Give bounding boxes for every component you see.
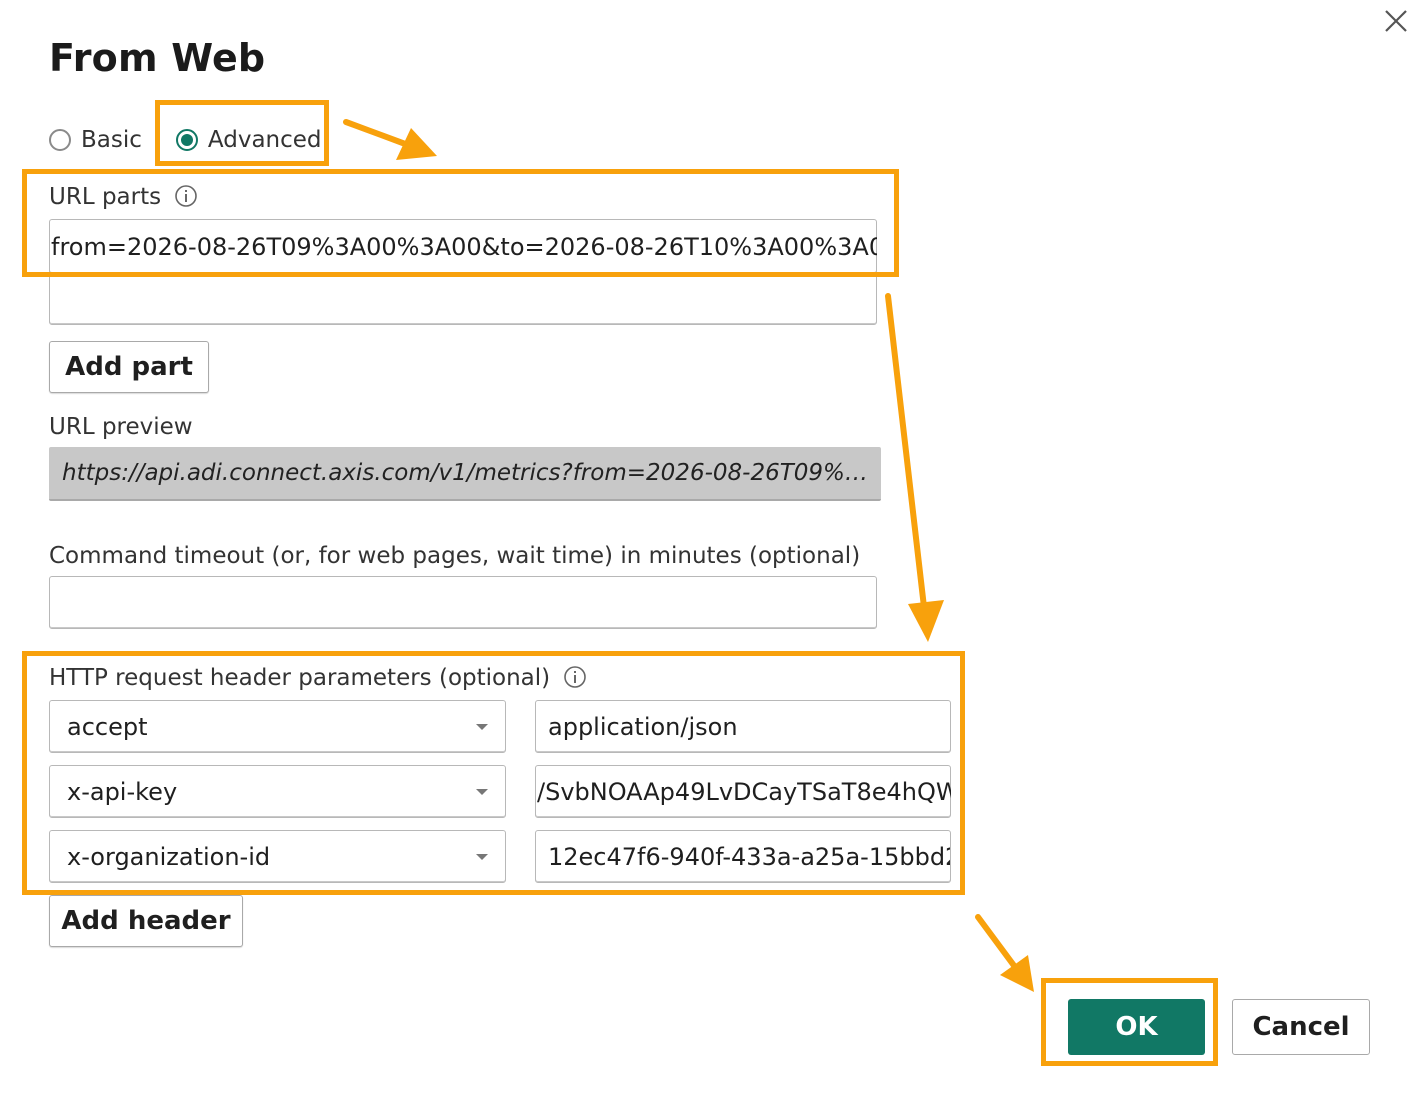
url-parts-label: URL parts <box>49 184 198 210</box>
ok-button[interactable]: OK <box>1068 999 1205 1055</box>
radio-advanced[interactable]: Advanced <box>175 127 322 153</box>
url-preview-value: https://api.adi.connect.axis.com/v1/metr… <box>62 460 872 486</box>
header-value-2: /SvbNOAAp49LvDCayTSaT8e4hQWgE <box>537 777 951 806</box>
url-part-1-value: from=2026-08-26T09%3A00%3A00&to=2026-08-… <box>51 232 877 261</box>
header-value-input-1[interactable]: application/json <box>535 700 951 753</box>
header-value-input-3[interactable]: 12ec47f6-940f-433a-a25a-15bbd2d4 <box>535 830 951 883</box>
header-name-select-2[interactable]: x-api-key <box>49 765 506 818</box>
cancel-button[interactable]: Cancel <box>1232 999 1370 1055</box>
dialog-title: From Web <box>49 36 266 80</box>
arrow-down-headers <box>885 293 927 610</box>
radio-basic-label: Basic <box>81 127 142 153</box>
radio-advanced-circle <box>175 129 198 151</box>
mode-radio-group: Basic Advanced <box>49 122 356 158</box>
header-value-1: application/json <box>548 712 738 741</box>
header-name-1: accept <box>67 712 148 741</box>
radio-basic-circle <box>49 129 71 151</box>
radio-advanced-label: Advanced <box>207 127 322 153</box>
add-part-button[interactable]: Add part <box>49 341 209 393</box>
url-part-input-1[interactable]: from=2026-08-26T09%3A00%3A00&to=2026-08-… <box>49 219 877 274</box>
url-preview-box: https://api.adi.connect.axis.com/v1/metr… <box>49 447 881 501</box>
from-web-dialog: From Web Basic Advanced URL parts from=2… <box>0 0 1423 1105</box>
header-value-3: 12ec47f6-940f-433a-a25a-15bbd2d4 <box>548 842 950 871</box>
url-parts-label-text: URL parts <box>49 184 162 210</box>
headers-label-text: HTTP request header parameters (optional… <box>49 665 551 691</box>
header-name-select-3[interactable]: x-organization-id <box>49 830 506 883</box>
header-name-select-1[interactable]: accept <box>49 700 506 753</box>
arrow-ok <box>975 914 1018 970</box>
header-value-input-2[interactable]: /SvbNOAAp49LvDCayTSaT8e4hQWgE <box>535 765 951 818</box>
info-icon[interactable] <box>174 184 198 208</box>
url-preview-label: URL preview <box>49 414 193 440</box>
add-header-button[interactable]: Add header <box>49 895 243 947</box>
info-icon[interactable] <box>563 665 587 689</box>
header-name-3: x-organization-id <box>67 842 271 871</box>
url-part-input-2[interactable] <box>49 272 877 325</box>
timeout-input[interactable] <box>49 576 877 629</box>
chevron-down-icon <box>476 788 488 795</box>
arrow-advanced-head <box>396 128 437 160</box>
radio-basic[interactable]: Basic <box>49 127 142 153</box>
timeout-label: Command timeout (or, for web pages, wait… <box>49 543 861 569</box>
headers-label: HTTP request header parameters (optional… <box>49 665 587 691</box>
chevron-down-icon <box>476 723 488 730</box>
header-name-2: x-api-key <box>67 777 178 806</box>
chevron-down-icon <box>476 853 488 860</box>
close-button[interactable] <box>1381 6 1411 36</box>
arrow-down-headers-head <box>908 600 944 642</box>
arrow-ok-head <box>1000 955 1034 992</box>
close-icon <box>1385 10 1407 32</box>
